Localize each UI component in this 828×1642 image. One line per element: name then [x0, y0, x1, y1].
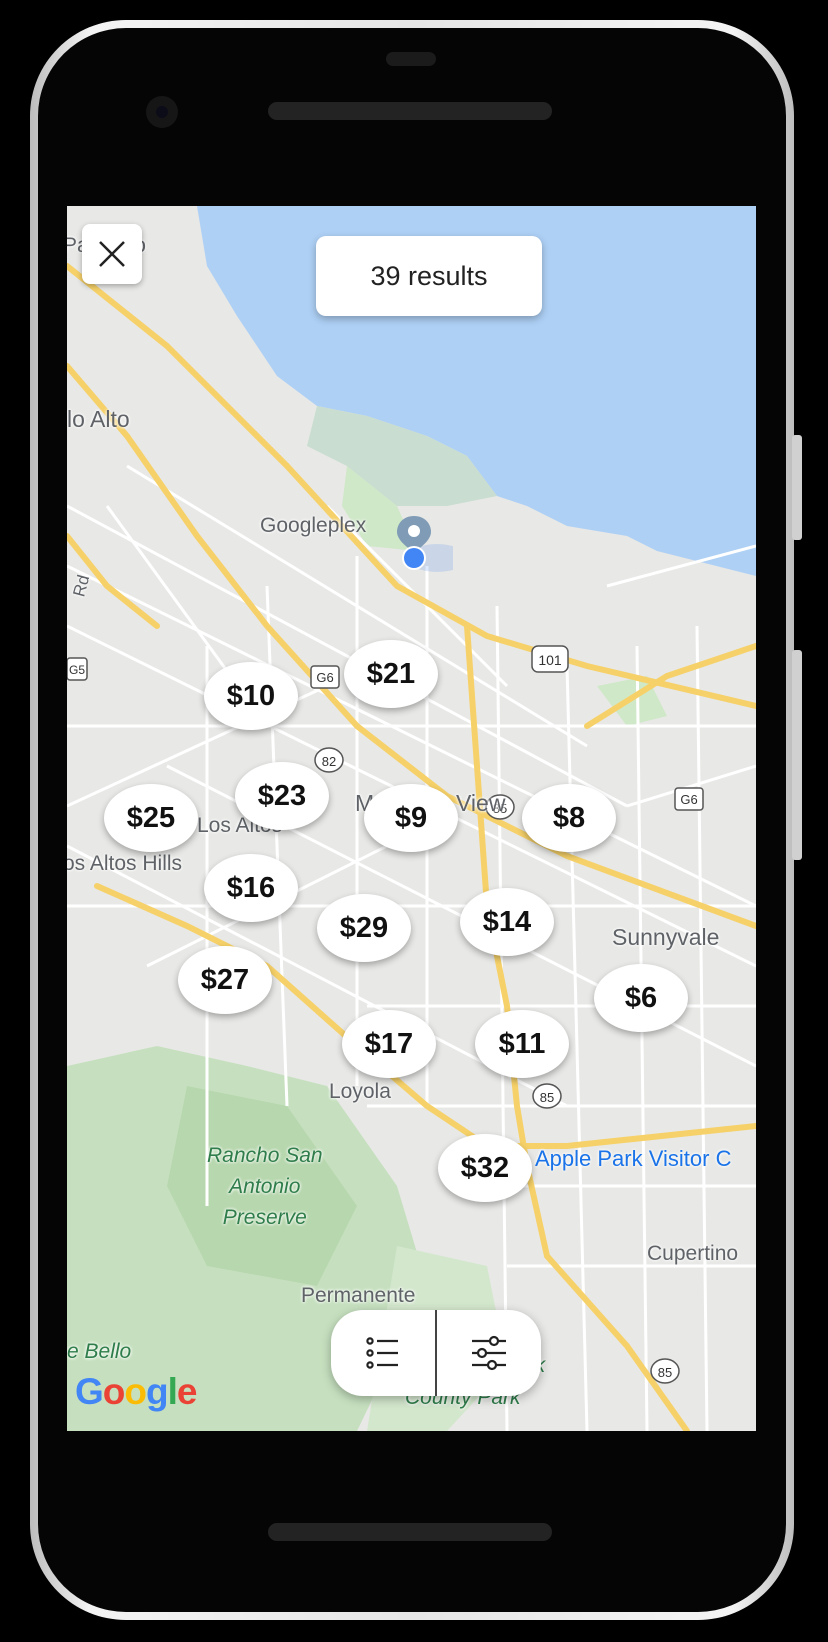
- close-button[interactable]: [82, 224, 142, 284]
- list-view-button[interactable]: [331, 1310, 435, 1396]
- list-icon: [366, 1337, 398, 1369]
- label-bello: e Bello: [67, 1340, 132, 1363]
- label-cupertino: Cupertino: [647, 1242, 739, 1265]
- svg-text:85: 85: [540, 1090, 554, 1105]
- price-marker[interactable]: $29: [317, 894, 411, 962]
- svg-text:G5: G5: [69, 663, 85, 677]
- label-loyola: Loyola: [329, 1080, 391, 1103]
- bottom-speaker: [268, 1523, 552, 1541]
- filter-button[interactable]: [437, 1310, 541, 1396]
- price-marker[interactable]: $16: [204, 854, 298, 922]
- label-rancho-san-antonio: Rancho San Antonio Preserve: [207, 1144, 323, 1229]
- results-count: 39 results: [316, 236, 542, 316]
- price-marker[interactable]: $14: [460, 888, 554, 956]
- filter-sliders-icon: [472, 1335, 506, 1371]
- svg-text:82: 82: [322, 754, 336, 769]
- svg-text:G6: G6: [680, 792, 697, 807]
- price-marker[interactable]: $10: [204, 662, 298, 730]
- price-marker[interactable]: $25: [104, 784, 198, 852]
- close-icon: [99, 241, 125, 267]
- location-pin-icon: [393, 514, 467, 583]
- svg-text:101: 101: [538, 652, 562, 668]
- label-permanente: Permanente: [301, 1284, 416, 1307]
- svg-text:85: 85: [658, 1365, 672, 1380]
- price-marker[interactable]: $6: [594, 964, 688, 1032]
- front-sensor: [386, 52, 436, 66]
- google-attribution-logo: Google: [75, 1371, 197, 1412]
- price-marker[interactable]: $21: [344, 640, 438, 708]
- map-screen[interactable]: 101 G6 G5 G6 82 85 85 85 Palo Alto lo Al…: [67, 206, 756, 1431]
- label-googleplex: Googleplex: [260, 514, 367, 537]
- label-sunnyvale: Sunnyvale: [612, 924, 720, 950]
- label-apple-park: Apple Park Visitor C: [535, 1146, 732, 1171]
- front-camera: [146, 96, 178, 128]
- price-marker[interactable]: $23: [235, 762, 329, 830]
- price-marker[interactable]: $17: [342, 1010, 436, 1078]
- price-marker[interactable]: $11: [475, 1010, 569, 1078]
- volume-button: [792, 650, 802, 860]
- price-marker[interactable]: $27: [178, 946, 272, 1014]
- label-palo-alto: lo Alto: [67, 406, 130, 432]
- price-marker[interactable]: $32: [438, 1134, 532, 1202]
- top-speaker: [268, 102, 552, 120]
- price-marker[interactable]: $8: [522, 784, 616, 852]
- svg-text:G6: G6: [316, 670, 333, 685]
- bottom-toolbar: [331, 1310, 541, 1396]
- power-button: [792, 435, 802, 540]
- price-marker[interactable]: $9: [364, 784, 458, 852]
- label-los-altos-hills: os Altos Hills: [67, 852, 183, 875]
